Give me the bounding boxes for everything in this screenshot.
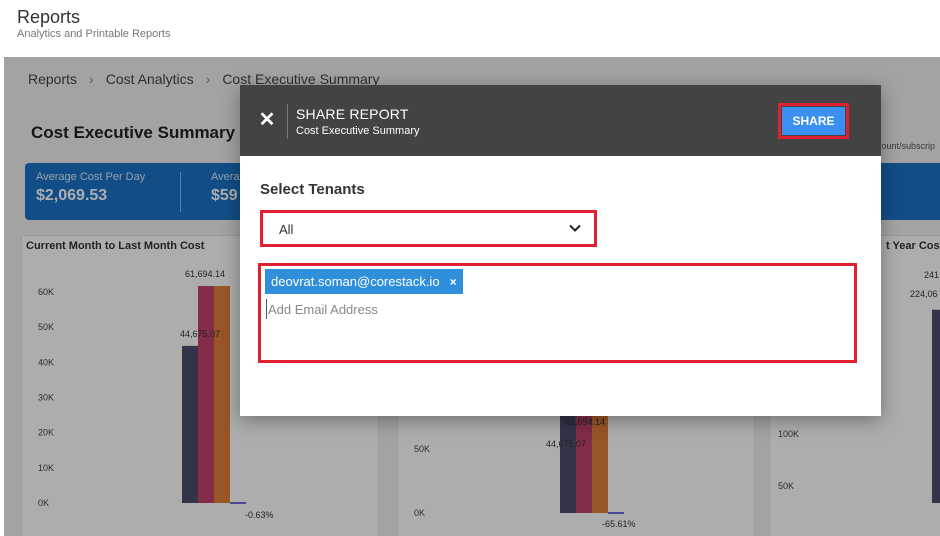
chevron-down-icon [569, 224, 581, 232]
share-button[interactable]: SHARE [778, 103, 849, 139]
modal-subtitle: Cost Executive Summary [296, 125, 420, 137]
email-chip-label: deovrat.soman@corestack.io [271, 274, 440, 289]
header-divider [287, 104, 288, 139]
close-icon[interactable]: ✕ [257, 110, 277, 130]
email-chip: deovrat.soman@corestack.io × [265, 269, 463, 294]
remove-chip-icon[interactable]: × [450, 275, 457, 289]
tenant-select[interactable]: All [260, 210, 597, 247]
share-report-modal: ✕ SHARE REPORT Cost Executive Summary SH… [240, 85, 881, 416]
email-recipients-field[interactable]: deovrat.soman@corestack.io × [258, 263, 857, 363]
select-tenants-label: Select Tenants [260, 181, 365, 198]
email-input[interactable] [266, 299, 666, 319]
app-title: Reports [17, 7, 81, 27]
modal-title: SHARE REPORT [296, 106, 409, 122]
tenant-select-value: All [279, 222, 294, 237]
app-subtitle: Analytics and Printable Reports [17, 28, 171, 40]
modal-header: ✕ SHARE REPORT Cost Executive Summary SH… [240, 85, 881, 156]
app-header: Reports Analytics and Printable Reports [0, 0, 940, 57]
